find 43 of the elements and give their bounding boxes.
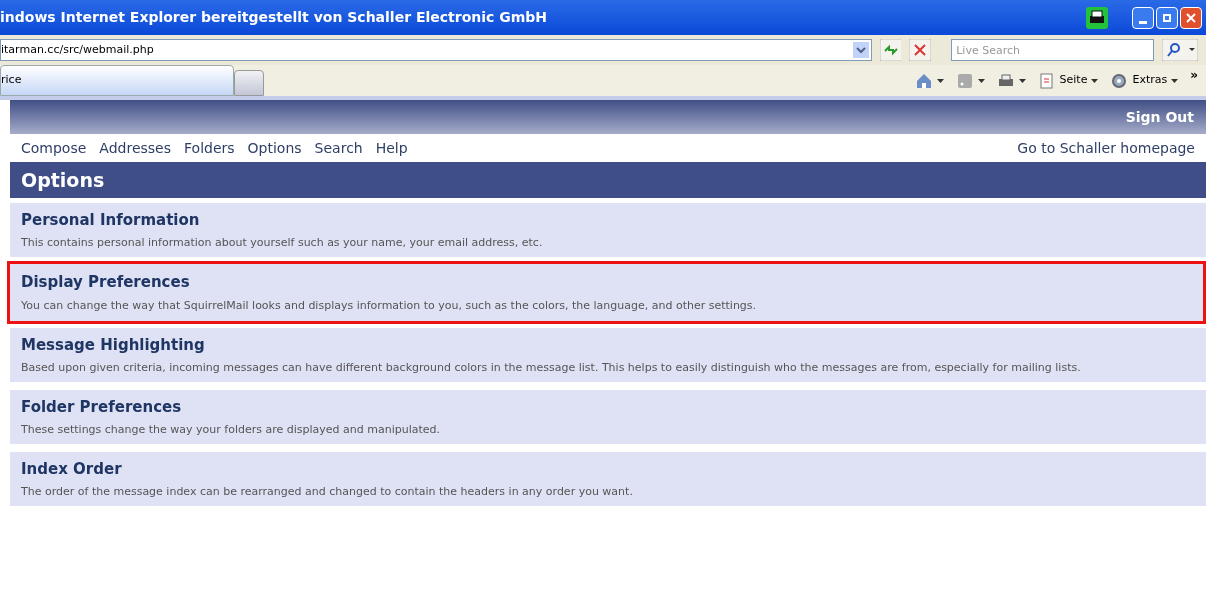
stop-icon[interactable] <box>909 39 932 61</box>
page-icon <box>1037 71 1056 90</box>
address-field[interactable]: itarman.cc/src/webmail.php <box>0 39 872 61</box>
printer-icon[interactable] <box>1086 6 1108 29</box>
caret-icon <box>936 78 944 83</box>
minimize-button[interactable] <box>1132 6 1154 29</box>
gear-icon <box>1110 71 1129 90</box>
section-link[interactable]: Display Preferences <box>21 271 1192 294</box>
nav-link[interactable]: Search <box>314 137 363 159</box>
nav-link[interactable]: Help <box>375 137 408 159</box>
caret-icon <box>1018 78 1026 83</box>
section-description: These settings change the way your folders are displayed and manipulated. <box>21 422 442 438</box>
search-icon[interactable] <box>1162 39 1198 61</box>
caret-icon <box>977 78 985 83</box>
search-field[interactable]: Live Search <box>951 39 1155 61</box>
section-link[interactable]: Personal Information <box>21 208 1195 231</box>
homepage-link[interactable]: Go to Schaller homepage <box>1017 137 1195 159</box>
refresh-icon[interactable] <box>879 39 902 61</box>
caret-icon <box>1171 78 1179 83</box>
house-icon[interactable] <box>914 71 944 90</box>
section-description: The order of the message index can be rearranged and changed to contain the headers in any order you want. <box>21 484 634 500</box>
close-icon <box>1186 12 1196 23</box>
window-title: indows Internet Explorer bereitgestellt von Schaller Electronic GmbH <box>0 8 549 27</box>
section-link[interactable]: Index Order <box>21 457 1195 480</box>
section-link[interactable]: Folder Preferences <box>21 395 1195 418</box>
page-title: Options <box>21 167 105 193</box>
dropdown-icon[interactable] <box>852 42 869 58</box>
section-link[interactable]: Message Highlighting <box>21 333 1195 356</box>
nav-link[interactable]: Addresses <box>99 137 171 159</box>
menu-button[interactable]: Seite <box>1037 71 1099 90</box>
sign-out-link[interactable]: Sign Out <box>1125 106 1194 128</box>
nav-link[interactable]: Options <box>247 137 302 159</box>
section-description: You can change the way that SquirrelMail looks and displays information to you, such as the colors, the language, and other settings. <box>21 297 758 314</box>
nav-link[interactable]: Folders <box>184 137 235 159</box>
restore-button[interactable] <box>1156 6 1178 29</box>
close-button[interactable] <box>1180 6 1202 29</box>
section-description: Based upon given criteria, incoming messages can have different background colors in the message list. This helps to easily distinguish who the messages are from, especially for mailing lists. <box>21 360 1082 376</box>
menu-button[interactable]: Extras <box>1110 71 1179 90</box>
section-description: This contains personal information about yourself such as your name, your email address, etc. <box>21 235 544 251</box>
overflow-chevron[interactable]: » <box>1190 65 1198 84</box>
browser-tab[interactable]: rice <box>0 65 234 96</box>
caret-icon <box>1091 78 1099 83</box>
nav-link[interactable]: Compose <box>21 137 87 159</box>
